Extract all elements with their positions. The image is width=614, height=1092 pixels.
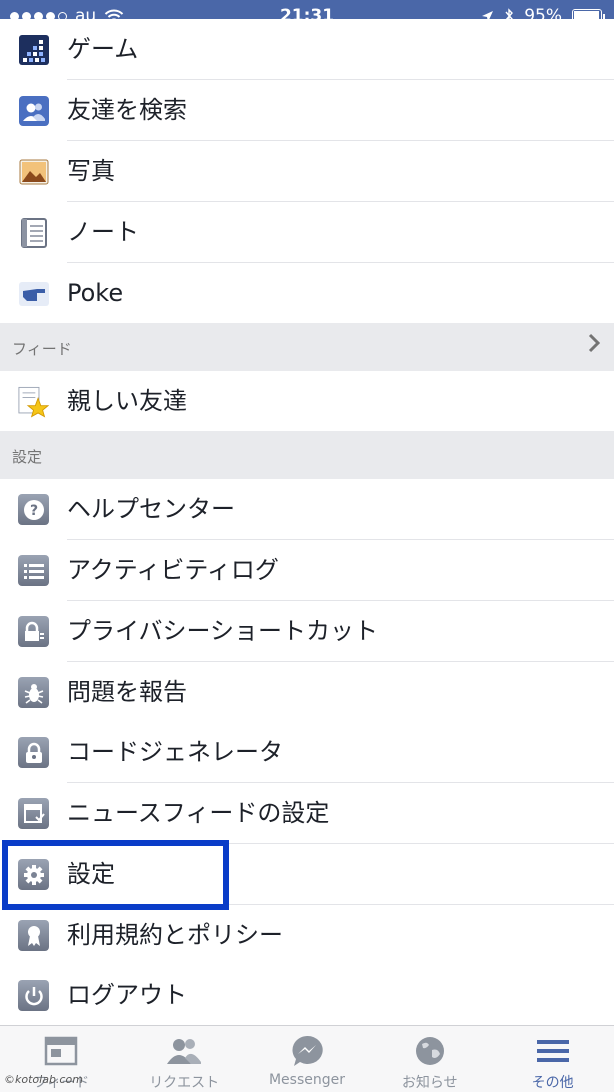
menu-item-terms-policies[interactable]: 利用規約とポリシー <box>0 905 614 966</box>
tab-more[interactable]: その他 <box>491 1026 614 1092</box>
games-icon <box>18 34 49 65</box>
menu-item-label: コードジェネレータ <box>67 738 283 766</box>
menu-item-photos[interactable]: 写真 <box>0 141 614 202</box>
menu-item-label: 写真 <box>67 157 115 185</box>
menu-item-label: 友達を検索 <box>67 96 187 124</box>
find-friends-icon <box>18 95 49 126</box>
menu-item-label: 親しい友達 <box>67 387 187 415</box>
help-icon: ? <box>18 494 49 525</box>
menu-item-games[interactable]: ゲーム <box>0 19 614 80</box>
news-feed-icon <box>44 1034 78 1068</box>
menu-item-close-friends[interactable]: 親しい友達 <box>0 371 614 432</box>
photos-icon <box>18 156 49 187</box>
news-feed-prefs-icon <box>18 798 49 829</box>
menu-item-label: ノート <box>67 218 139 246</box>
menu-item-label: 問題を報告 <box>67 678 187 706</box>
menu-item-label: ヘルプセンター <box>67 495 235 523</box>
tab-friend-requests[interactable]: リクエスト <box>123 1026 246 1092</box>
menu-item-label: ログアウト <box>67 981 187 1009</box>
tab-label: リクエスト <box>149 1075 220 1091</box>
menu-item-code-generator[interactable]: コードジェネレータ <box>0 722 614 783</box>
menu-item-label: プライバシーショートカット <box>67 617 379 645</box>
menu-item-help-center[interactable]: ? ヘルプセンター <box>0 479 614 540</box>
poke-icon <box>18 278 49 309</box>
highlight-box <box>2 840 229 910</box>
power-icon <box>18 980 49 1011</box>
notes-icon <box>18 217 49 248</box>
menu-item-find-friends[interactable]: 友達を検索 <box>0 80 614 141</box>
tab-messenger[interactable]: Messenger <box>246 1026 369 1092</box>
menu-hamburger-icon <box>536 1034 569 1068</box>
messenger-icon <box>290 1034 324 1068</box>
menu-item-label: ゲーム <box>67 35 139 63</box>
menu-item-label: アクティビティログ <box>67 556 279 584</box>
menu-item-report-problem[interactable]: 問題を報告 <box>0 662 614 723</box>
menu-item-notes[interactable]: ノート <box>0 202 614 263</box>
section-header-feed[interactable]: フィード <box>0 323 614 371</box>
menu-item-label: ニュースフィードの設定 <box>67 799 330 827</box>
section-header-label: 設定 <box>12 448 43 466</box>
watermark: ©kotolab.com <box>4 1073 83 1086</box>
activity-log-icon <box>18 555 49 586</box>
tab-label: Messenger <box>268 1072 345 1088</box>
menu-item-log-out[interactable]: ログアウト <box>0 965 614 1026</box>
tab-notifications[interactable]: お知らせ <box>368 1026 491 1092</box>
friend-requests-icon <box>165 1034 203 1068</box>
section-header-label: フィード <box>12 340 72 358</box>
tab-label: お知らせ <box>401 1075 458 1091</box>
tab-bar: フィード リクエスト Messenger お知らせ その他 ©kotolab.c… <box>0 1025 614 1092</box>
terms-ribbon-icon <box>18 920 49 951</box>
bug-icon <box>18 677 49 708</box>
menu-item-label: Poke <box>67 279 124 307</box>
menu-item-activity-log[interactable]: アクティビティログ <box>0 540 614 601</box>
menu-item-label: 利用規約とポリシー <box>67 921 283 949</box>
section-header-settings: 設定 <box>0 431 614 479</box>
menu-item-news-feed-preferences[interactable]: ニュースフィードの設定 <box>0 783 614 844</box>
menu-item-poke[interactable]: Poke <box>0 263 614 324</box>
globe-notifications-icon <box>414 1034 446 1068</box>
privacy-lock-icon <box>18 616 49 647</box>
code-generator-lock-icon <box>18 737 49 768</box>
svg-text:?: ? <box>29 503 37 519</box>
chevron-right-icon <box>588 333 601 359</box>
close-friends-star-icon <box>18 386 49 418</box>
tab-label: その他 <box>531 1075 574 1091</box>
menu-item-privacy-shortcuts[interactable]: プライバシーショートカット <box>0 601 614 662</box>
